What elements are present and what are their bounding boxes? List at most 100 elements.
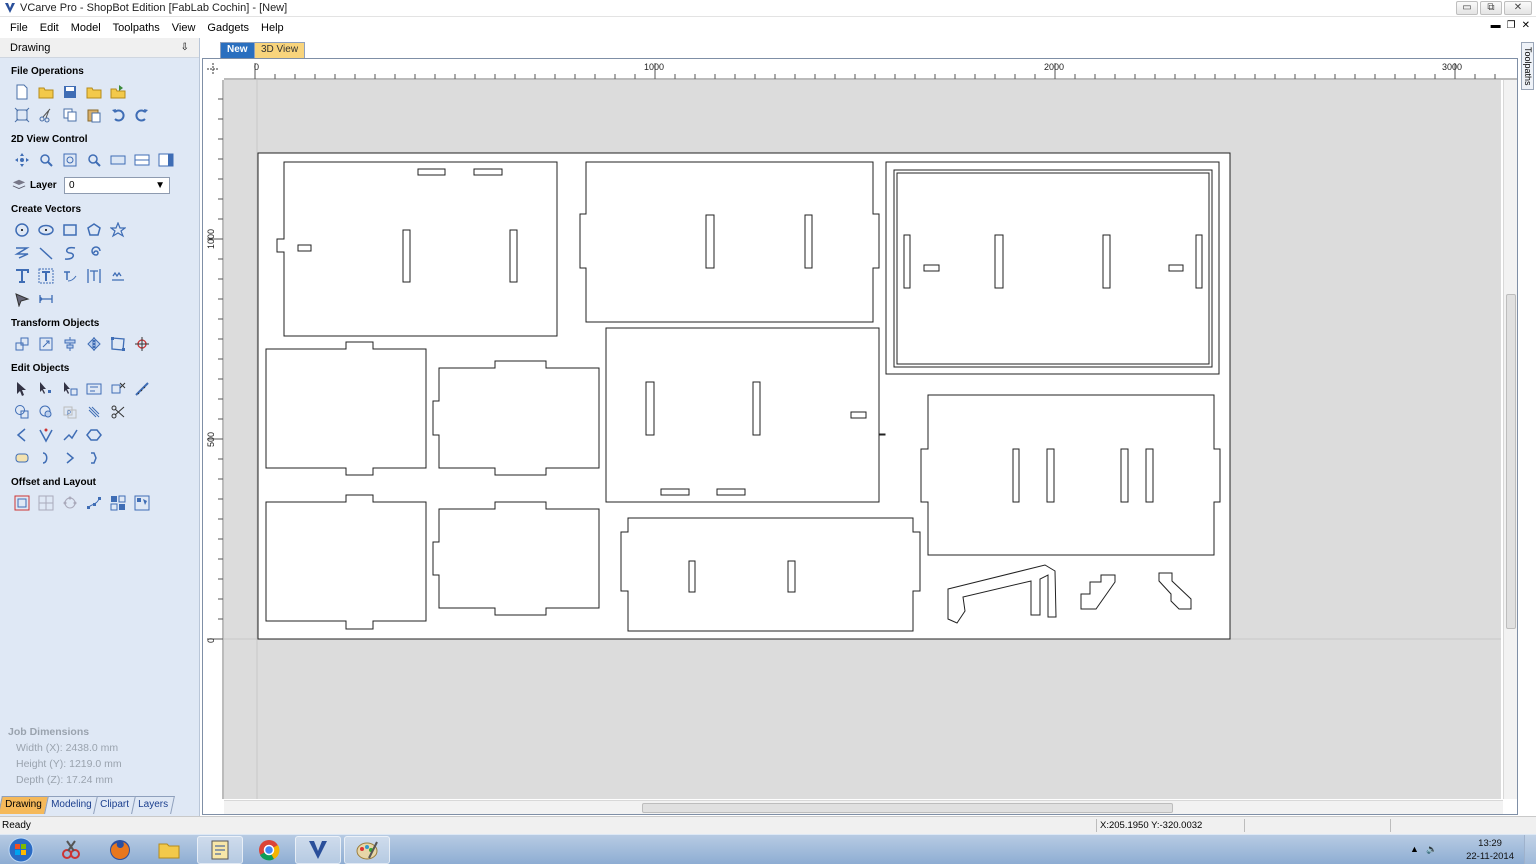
- zoom-selection-icon[interactable]: [82, 149, 106, 171]
- text-box-icon[interactable]: [34, 265, 58, 287]
- zoom-extents-icon[interactable]: [58, 149, 82, 171]
- text-icon[interactable]: [10, 265, 34, 287]
- scale-icon[interactable]: [34, 333, 58, 355]
- polyline-icon[interactable]: [10, 242, 34, 264]
- panel-toggle-icon[interactable]: [154, 149, 178, 171]
- split-view-icon[interactable]: [130, 149, 154, 171]
- clock[interactable]: 13:29 22-11-2014: [1466, 837, 1514, 863]
- menu-view[interactable]: View: [166, 22, 202, 34]
- mdi-minimize-button[interactable]: ▬: [1491, 20, 1501, 31]
- vcarve-document-icon[interactable]: [197, 836, 243, 864]
- vertical-scrollbar-thumb[interactable]: [1506, 294, 1516, 629]
- pin-icon[interactable]: ⇩: [181, 42, 189, 53]
- distort-icon[interactable]: [106, 333, 130, 355]
- dimension-icon[interactable]: [34, 288, 58, 310]
- ellipse-icon[interactable]: [34, 219, 58, 241]
- open-folder-icon[interactable]: [34, 81, 58, 103]
- layer-dropdown[interactable]: 0 ▼: [64, 176, 170, 194]
- copy-icon[interactable]: [58, 104, 82, 126]
- paste-icon[interactable]: [82, 104, 106, 126]
- menu-edit[interactable]: Edit: [34, 22, 65, 34]
- mirror-icon[interactable]: [82, 333, 106, 355]
- firefox-icon[interactable]: [97, 836, 143, 864]
- smooth-node-icon[interactable]: [34, 424, 58, 446]
- star-icon[interactable]: [106, 219, 130, 241]
- intersect-icon[interactable]: P: [58, 401, 82, 423]
- transform-select-icon[interactable]: [58, 378, 82, 400]
- bracket-icon[interactable]: [82, 447, 106, 469]
- volume-icon[interactable]: 🔈: [1426, 844, 1437, 855]
- circle-icon[interactable]: [10, 219, 34, 241]
- undo-icon[interactable]: [106, 104, 130, 126]
- auto-nest-icon[interactable]: [130, 492, 154, 514]
- curve-icon[interactable]: [58, 242, 82, 264]
- close-vector-icon[interactable]: [82, 424, 106, 446]
- nesting-icon[interactable]: [106, 492, 130, 514]
- scissors-icon[interactable]: [106, 401, 130, 423]
- menu-toolpaths[interactable]: Toolpaths: [107, 22, 166, 34]
- corner-icon[interactable]: [10, 424, 34, 446]
- tab-layers[interactable]: Layers: [131, 796, 176, 814]
- file-explorer-icon[interactable]: [146, 836, 192, 864]
- close-button[interactable]: ✕: [1504, 1, 1532, 15]
- mdi-restore-button[interactable]: ❐: [1507, 20, 1516, 31]
- tab-toolpaths[interactable]: Toolpaths: [1521, 42, 1534, 90]
- vcarve-app-taskbar-icon[interactable]: [295, 836, 341, 864]
- draw-tool-icon[interactable]: [10, 288, 34, 310]
- minimize-button[interactable]: ▭: [1456, 1, 1478, 15]
- 2d-viewport[interactable]: 0 1000 2000 3000 1000 500 0: [202, 58, 1518, 815]
- mdi-close-button[interactable]: ✕: [1522, 20, 1530, 31]
- open-folder-2-icon[interactable]: [82, 81, 106, 103]
- start-button-icon[interactable]: [2, 836, 40, 864]
- import-folder-icon[interactable]: [106, 81, 130, 103]
- menu-model[interactable]: Model: [65, 22, 107, 34]
- restore-button[interactable]: ⧉: [1480, 1, 1502, 15]
- auto-layout-text-icon[interactable]: [82, 265, 106, 287]
- subtract-icon[interactable]: [34, 401, 58, 423]
- save-icon[interactable]: [58, 81, 82, 103]
- node-edit-icon[interactable]: [34, 378, 58, 400]
- new-file-icon[interactable]: [10, 81, 34, 103]
- cut-icon[interactable]: [34, 104, 58, 126]
- chevron-right-icon[interactable]: [58, 447, 82, 469]
- set-origin-icon[interactable]: [130, 333, 154, 355]
- rectangle-icon[interactable]: [58, 219, 82, 241]
- align-icon[interactable]: [58, 333, 82, 355]
- tab-clipart[interactable]: Clipart: [93, 796, 137, 814]
- delete-object-icon[interactable]: [106, 378, 130, 400]
- dimension-text-icon[interactable]: [106, 265, 130, 287]
- zoom-icon[interactable]: [34, 149, 58, 171]
- spiral-icon[interactable]: [82, 242, 106, 264]
- fit-vectors-icon[interactable]: [34, 492, 58, 514]
- show-desktop-button[interactable]: [1524, 835, 1536, 864]
- interactive-trim-icon[interactable]: [82, 378, 106, 400]
- chrome-icon[interactable]: [246, 836, 292, 864]
- tray-expand-icon[interactable]: ▲: [1410, 844, 1419, 854]
- line-icon[interactable]: [34, 242, 58, 264]
- horizontal-scrollbar[interactable]: [224, 800, 1503, 814]
- menu-file[interactable]: File: [4, 22, 34, 34]
- offset-icon[interactable]: [10, 492, 34, 514]
- measure-icon[interactable]: [130, 378, 154, 400]
- drawing-canvas[interactable]: 0 1000 2000 3000 1000 500 0: [203, 59, 1517, 814]
- snipping-tool-icon[interactable]: [48, 836, 94, 864]
- move-icon[interactable]: [10, 333, 34, 355]
- redo-icon[interactable]: [130, 104, 154, 126]
- menu-gadgets[interactable]: Gadgets: [201, 22, 255, 34]
- paint-icon[interactable]: [344, 836, 390, 864]
- join-icon[interactable]: [10, 447, 34, 469]
- copy-along-vector-icon[interactable]: [82, 492, 106, 514]
- array-copy-icon[interactable]: [58, 492, 82, 514]
- tab-drawing[interactable]: Drawing: [0, 796, 49, 814]
- job-setup-icon[interactable]: [10, 104, 34, 126]
- view-mode-icon[interactable]: [106, 149, 130, 171]
- polygon-icon[interactable]: [82, 219, 106, 241]
- menu-help[interactable]: Help: [255, 22, 290, 34]
- tab-new[interactable]: New: [220, 42, 255, 58]
- curve-fit-icon[interactable]: [34, 447, 58, 469]
- select-icon[interactable]: [10, 378, 34, 400]
- extend-icon[interactable]: [58, 424, 82, 446]
- tab-modeling[interactable]: Modeling: [43, 796, 99, 814]
- horizontal-scrollbar-thumb[interactable]: [642, 803, 1173, 813]
- pan-icon[interactable]: [10, 149, 34, 171]
